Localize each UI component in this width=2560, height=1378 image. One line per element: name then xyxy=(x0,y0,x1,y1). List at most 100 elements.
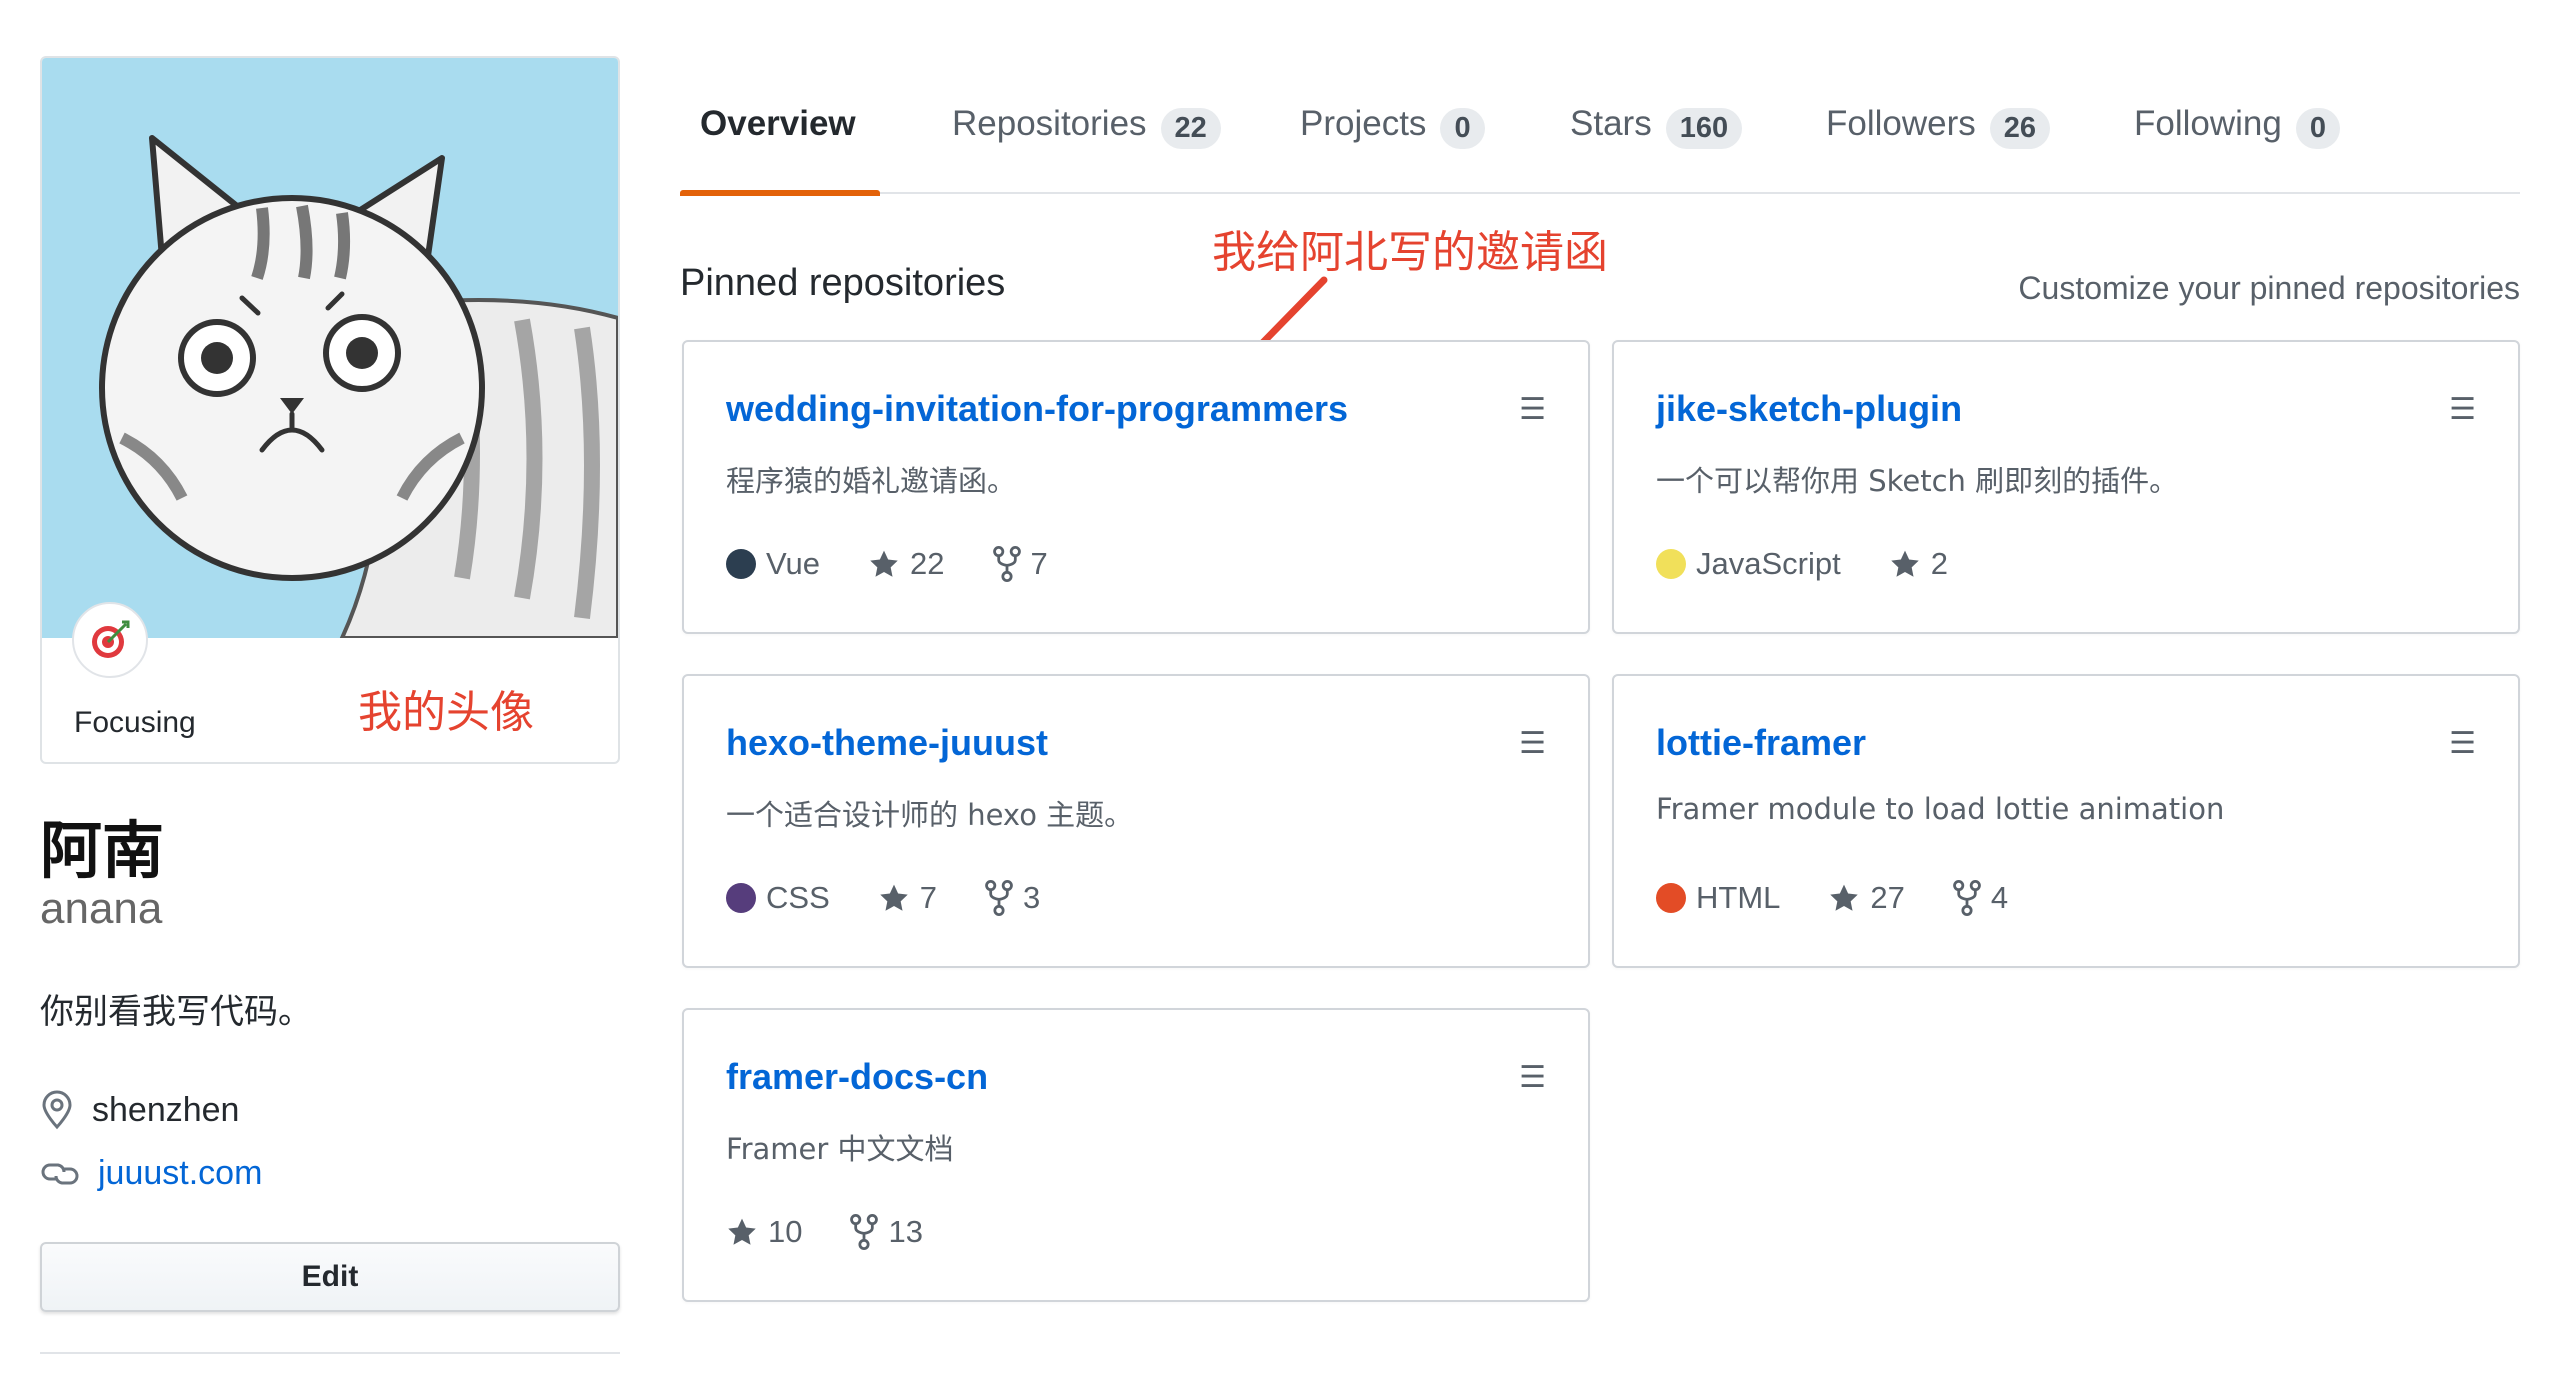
stars-count: 2 xyxy=(1930,546,1948,581)
repo-name-link[interactable]: hexo-theme-juuust xyxy=(726,722,1048,764)
tab-followers[interactable]: Followers 26 xyxy=(1826,90,2051,194)
repo-stars[interactable]: 22 xyxy=(868,546,945,582)
language-color-dot xyxy=(726,549,756,579)
repo-stars[interactable]: 7 xyxy=(878,880,937,916)
link-icon xyxy=(41,1163,79,1184)
profile-username: anana xyxy=(40,884,163,933)
profile-location: shenzhen xyxy=(40,1090,239,1130)
repo-meta: CSS 7 3 xyxy=(726,880,1040,916)
tab-count: 0 xyxy=(2295,108,2340,149)
menu-icon[interactable]: ☰ xyxy=(1519,726,1546,761)
repo-description: Framer 中文文档 xyxy=(726,1132,954,1166)
avatar-image[interactable] xyxy=(42,58,618,638)
target-emoji-icon xyxy=(92,620,130,658)
repo-description: 一个可以帮你用 Sketch 刷即刻的插件。 xyxy=(1656,464,2179,498)
stars-count: 7 xyxy=(919,880,937,915)
language-label: Vue xyxy=(766,546,821,581)
fork-icon xyxy=(1953,880,1981,916)
fork-icon xyxy=(850,1214,879,1250)
profile-tabs: Overview Repositories 22 Projects 0 Star… xyxy=(680,90,2520,196)
avatar-card: Focusing 我的头像 xyxy=(40,56,620,764)
menu-icon[interactable]: ☰ xyxy=(1519,1060,1546,1095)
tab-projects[interactable]: Projects 0 xyxy=(1300,90,1485,194)
edit-profile-button[interactable]: Edit xyxy=(40,1242,620,1312)
repo-card: lottie-framer ☰ Framer module to load lo… xyxy=(1612,674,2520,968)
language-color-dot xyxy=(1656,549,1686,579)
language-color-dot xyxy=(1656,883,1686,913)
repo-language: JavaScript xyxy=(1656,546,1841,582)
tab-count: 160 xyxy=(1665,108,1743,149)
repo-stars[interactable]: 2 xyxy=(1889,546,1948,582)
star-icon xyxy=(728,1218,756,1245)
website-link[interactable]: juuust.com xyxy=(98,1154,262,1193)
tab-label: Overview xyxy=(700,104,856,143)
profile-website[interactable]: juuust.com xyxy=(40,1154,262,1193)
forks-count: 13 xyxy=(888,1214,923,1249)
active-tab-underline xyxy=(680,190,880,196)
repo-language: CSS xyxy=(726,880,830,916)
tab-following[interactable]: Following 0 xyxy=(2134,90,2340,194)
star-icon xyxy=(1891,550,1919,577)
tab-count: 22 xyxy=(1160,108,1221,149)
language-label: CSS xyxy=(766,880,830,915)
repo-name-link[interactable]: jike-sketch-plugin xyxy=(1656,388,1962,430)
status-text[interactable]: Focusing xyxy=(74,706,196,740)
profile-bio: 你别看我写代码。 xyxy=(40,992,312,1032)
repo-card: jike-sketch-plugin ☰ 一个可以帮你用 Sketch 刷即刻的… xyxy=(1612,340,2520,634)
tab-stars[interactable]: Stars 160 xyxy=(1570,90,1743,194)
repo-description: Framer module to load lottie animation xyxy=(1656,792,2225,826)
location-pin-icon xyxy=(42,1090,72,1130)
language-label: HTML xyxy=(1696,880,1781,915)
menu-icon[interactable]: ☰ xyxy=(2449,726,2476,761)
tab-label: Stars xyxy=(1570,104,1652,143)
tab-overview[interactable]: Overview xyxy=(680,90,880,196)
tab-count: 0 xyxy=(1440,108,1485,149)
repo-description: 一个适合设计师的 hexo 主题。 xyxy=(726,798,1134,832)
menu-icon[interactable]: ☰ xyxy=(1519,392,1546,427)
stars-count: 27 xyxy=(1870,880,1905,915)
tab-label: Following xyxy=(2134,104,2282,143)
repo-card: wedding-invitation-for-programmers ☰ 程序猿… xyxy=(682,340,1590,634)
forks-count: 3 xyxy=(1023,880,1041,915)
profile-page: Focusing 我的头像 阿南 anana 你别看我写代码。 shenzhen… xyxy=(0,0,2560,1378)
repo-forks[interactable]: 7 xyxy=(992,546,1048,582)
repo-language: Vue xyxy=(726,546,820,582)
tab-count: 26 xyxy=(1989,108,2051,149)
repo-description: 程序猿的婚礼邀请函。 xyxy=(726,464,1017,498)
menu-icon[interactable]: ☰ xyxy=(2449,392,2476,427)
repo-card: framer-docs-cn ☰ Framer 中文文档 10 13 xyxy=(682,1008,1590,1302)
repo-meta: Vue 22 7 xyxy=(726,546,1048,582)
language-label: JavaScript xyxy=(1696,546,1841,581)
tab-repositories[interactable]: Repositories 22 xyxy=(952,90,1221,194)
divider xyxy=(40,1352,620,1354)
repo-stars[interactable]: 10 xyxy=(726,1214,802,1250)
pinned-repositories-title: Pinned repositories xyxy=(680,262,1006,304)
star-icon xyxy=(1830,884,1859,911)
status-emoji[interactable] xyxy=(72,602,148,678)
repo-card: hexo-theme-juuust ☰ 一个适合设计师的 hexo 主题。 CS… xyxy=(682,674,1590,968)
repo-forks[interactable]: 13 xyxy=(850,1214,923,1250)
tab-label: Followers xyxy=(1826,104,1976,143)
repo-stars[interactable]: 27 xyxy=(1828,880,1905,916)
tab-label: Repositories xyxy=(952,104,1147,143)
repo-name-link[interactable]: framer-docs-cn xyxy=(726,1056,988,1098)
forks-count: 7 xyxy=(1030,546,1048,581)
repo-name-link[interactable]: lottie-framer xyxy=(1656,722,1866,764)
repo-meta: 10 13 xyxy=(726,1214,923,1250)
repo-name-link[interactable]: wedding-invitation-for-programmers xyxy=(726,388,1348,430)
customize-pinned-link[interactable]: Customize your pinned repositories xyxy=(2018,270,2520,307)
repo-meta: JavaScript 2 xyxy=(1656,546,1948,582)
tab-label: Projects xyxy=(1300,104,1427,143)
repo-forks[interactable]: 3 xyxy=(985,880,1040,916)
repo-forks[interactable]: 4 xyxy=(1953,880,2008,916)
stars-count: 10 xyxy=(768,1214,803,1249)
star-icon xyxy=(870,550,898,577)
language-color-dot xyxy=(726,883,756,913)
fork-icon xyxy=(992,546,1021,582)
avatar-annotation: 我的头像 xyxy=(358,687,534,738)
fork-icon xyxy=(985,880,1013,916)
location-text: shenzhen xyxy=(92,1090,240,1129)
star-icon xyxy=(880,884,908,911)
stars-count: 22 xyxy=(910,546,945,581)
forks-count: 4 xyxy=(1990,880,2009,915)
